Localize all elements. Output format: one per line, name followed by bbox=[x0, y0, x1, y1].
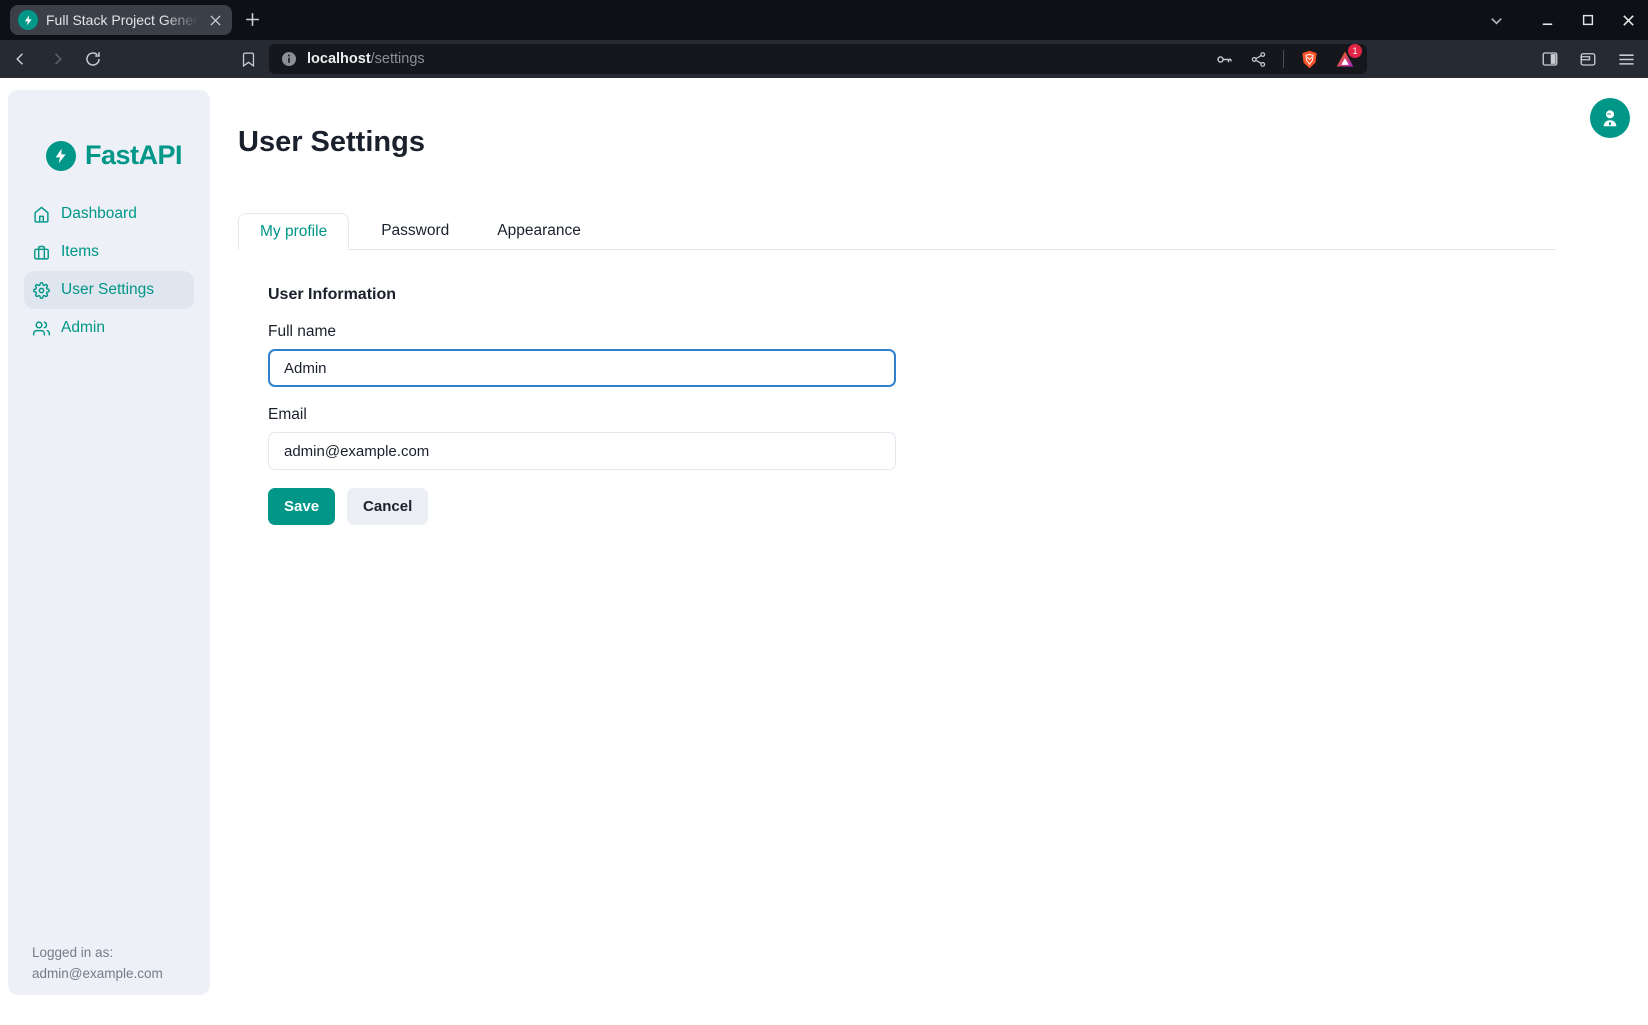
user-menu-button[interactable] bbox=[1590, 98, 1630, 138]
full-name-input[interactable] bbox=[268, 349, 896, 387]
window-maximize-icon[interactable] bbox=[1581, 13, 1595, 27]
sidebar-item-label: Items bbox=[61, 243, 99, 261]
forward-icon[interactable] bbox=[48, 50, 66, 68]
logged-in-email: admin@example.com bbox=[32, 964, 163, 985]
full-name-label: Full name bbox=[268, 323, 1556, 341]
profile-form: User Information Full name Email Save Ca… bbox=[238, 286, 1556, 525]
share-icon[interactable] bbox=[1250, 51, 1267, 68]
logo-text: FastAPI bbox=[85, 140, 182, 171]
email-input[interactable] bbox=[268, 432, 896, 470]
sidebar-panel-icon[interactable] bbox=[1541, 50, 1559, 68]
sidebar-item-user-settings[interactable]: User Settings bbox=[24, 271, 194, 309]
url-host: localhost bbox=[307, 51, 371, 67]
toolbar-divider bbox=[1283, 50, 1284, 68]
cancel-button[interactable]: Cancel bbox=[347, 488, 428, 525]
tab-search-chevron-icon[interactable] bbox=[1489, 13, 1504, 28]
tab-my-profile[interactable]: My profile bbox=[238, 213, 349, 250]
password-key-icon[interactable] bbox=[1215, 50, 1234, 69]
fastapi-bolt-icon bbox=[46, 141, 76, 171]
gear-icon bbox=[33, 282, 50, 299]
email-label: Email bbox=[268, 406, 1556, 424]
brave-rewards-icon[interactable]: 1 bbox=[1335, 49, 1355, 69]
new-tab-icon[interactable] bbox=[244, 11, 261, 28]
sidebar-item-label: User Settings bbox=[61, 281, 154, 299]
rewards-badge: 1 bbox=[1348, 44, 1362, 58]
url-path: /settings bbox=[371, 51, 425, 67]
browser-tab[interactable]: Full Stack Project Genera bbox=[10, 5, 232, 35]
sidebar-item-label: Admin bbox=[61, 319, 105, 337]
page-title: User Settings bbox=[238, 126, 1556, 159]
user-avatar-icon bbox=[1599, 107, 1621, 129]
sidebar: FastAPI Dashboard Items User Settings Ad… bbox=[8, 90, 210, 995]
tab-appearance[interactable]: Appearance bbox=[481, 212, 597, 249]
menu-hamburger-icon[interactable] bbox=[1617, 50, 1636, 69]
settings-tabs: My profile Password Appearance bbox=[238, 212, 1556, 250]
tab-close-icon[interactable] bbox=[206, 11, 224, 29]
fastapi-logo: FastAPI bbox=[46, 140, 210, 171]
brave-shield-icon[interactable] bbox=[1300, 50, 1319, 69]
logged-in-label: Logged in as: bbox=[32, 943, 163, 964]
home-icon bbox=[33, 206, 50, 223]
sidebar-item-items[interactable]: Items bbox=[24, 233, 194, 271]
app-page: FastAPI Dashboard Items User Settings Ad… bbox=[0, 78, 1648, 1025]
save-button[interactable]: Save bbox=[268, 488, 335, 525]
window-close-icon[interactable] bbox=[1621, 13, 1636, 28]
url-text: localhost/settings bbox=[307, 51, 1215, 67]
wallet-icon[interactable] bbox=[1579, 50, 1597, 68]
sidebar-item-admin[interactable]: Admin bbox=[24, 309, 194, 347]
briefcase-icon bbox=[33, 244, 50, 261]
reload-icon[interactable] bbox=[84, 50, 102, 68]
main-content: User Settings My profile Password Appear… bbox=[238, 78, 1556, 525]
tab-password[interactable]: Password bbox=[365, 212, 465, 249]
site-info-icon[interactable] bbox=[281, 51, 297, 67]
url-bar[interactable]: localhost/settings 1 bbox=[269, 44, 1367, 74]
sidebar-item-dashboard[interactable]: Dashboard bbox=[24, 195, 194, 233]
section-title: User Information bbox=[268, 286, 1556, 304]
tab-title: Full Stack Project Genera bbox=[46, 12, 198, 28]
sidebar-item-label: Dashboard bbox=[61, 205, 137, 223]
browser-tab-strip: Full Stack Project Genera bbox=[0, 0, 1648, 40]
window-minimize-icon[interactable] bbox=[1540, 13, 1555, 28]
logged-in-status: Logged in as: admin@example.com bbox=[32, 943, 163, 985]
sidebar-nav: Dashboard Items User Settings Admin bbox=[24, 195, 194, 347]
fastapi-favicon-icon bbox=[18, 10, 38, 30]
bookmark-icon[interactable] bbox=[240, 51, 257, 68]
browser-toolbar: localhost/settings 1 bbox=[0, 40, 1648, 78]
back-icon[interactable] bbox=[12, 50, 30, 68]
users-icon bbox=[33, 320, 50, 337]
